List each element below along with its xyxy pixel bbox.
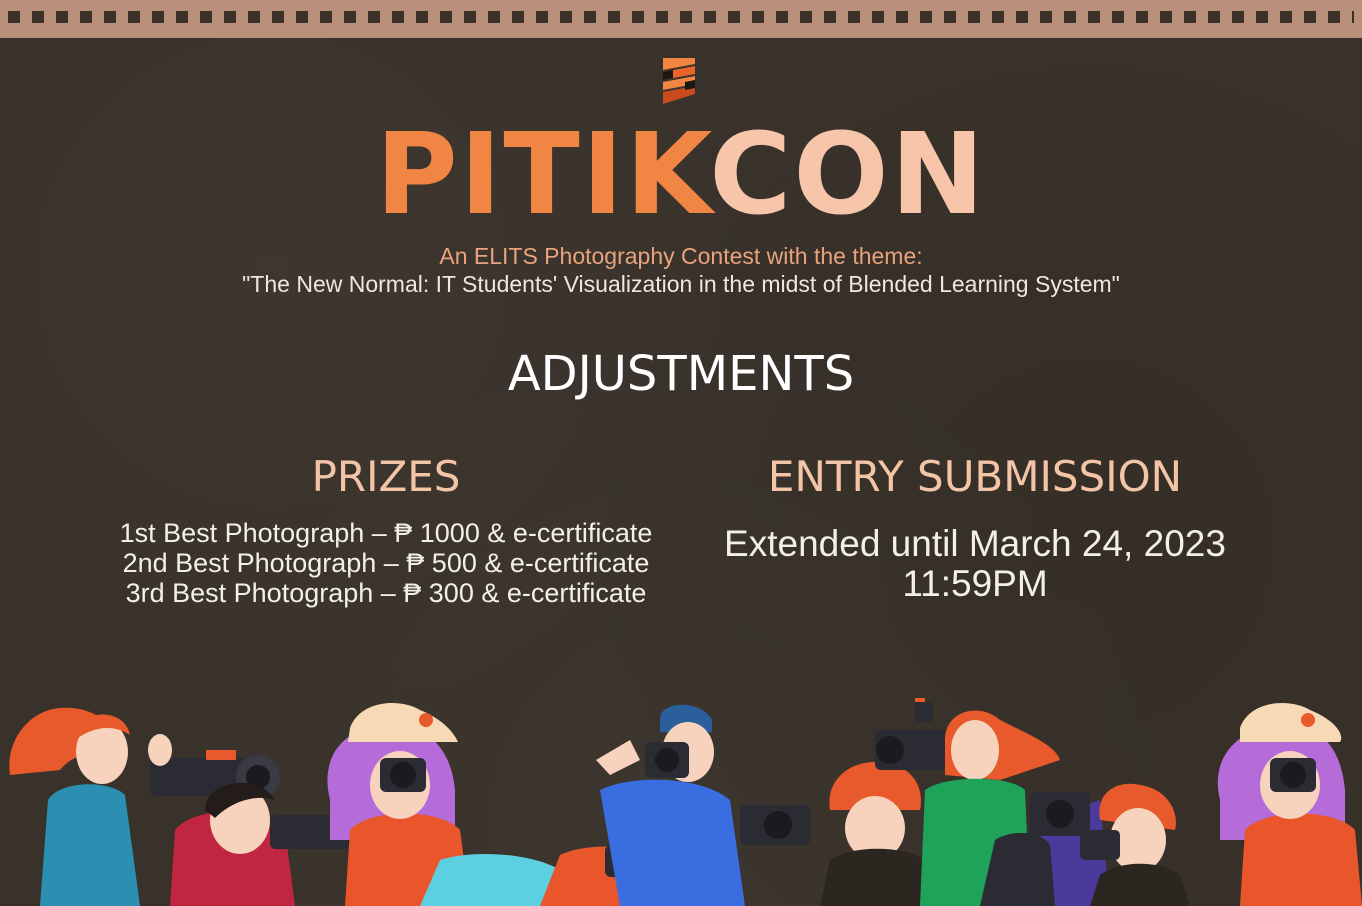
prize-list: 1st Best Photograph – ₱ 1000 & e-certifi… — [86, 518, 686, 608]
entry-deadline: Extended until March 24, 2023 11:59PM — [680, 524, 1270, 604]
photographer-6 — [740, 761, 935, 906]
film-strip-border — [0, 0, 1362, 38]
entry-deadline-time: 11:59PM — [902, 563, 1048, 604]
logo-mark-icon — [663, 58, 695, 104]
event-title: PITIKCON — [0, 108, 1362, 242]
entry-submission-heading: ENTRY SUBMISSION — [767, 452, 1183, 501]
prize-item-1st: 1st Best Photograph – ₱ 1000 & e-certifi… — [119, 518, 653, 548]
photographers-illustration — [9, 698, 1362, 906]
photographer-5 — [596, 704, 745, 906]
adjustments-heading: ADJUSTMENTS — [507, 346, 855, 402]
prizes-heading: PRIZES — [311, 452, 461, 501]
title-part-con: CON — [709, 110, 987, 240]
photographer-10 — [1217, 703, 1362, 906]
subtitle-theme-line: "The New Normal: IT Students' Visualizat… — [242, 271, 1120, 297]
film-strip-holes — [8, 11, 1354, 23]
prize-item-2nd: 2nd Best Photograph – ₱ 500 & e-certific… — [122, 548, 650, 578]
entry-deadline-date: Extended until March 24, 2023 — [724, 523, 1226, 564]
title-part-pitik: PITIK — [375, 110, 710, 240]
subtitle-line-1: An ELITS Photography Contest with the th… — [439, 243, 923, 269]
prize-item-3rd: 3rd Best Photograph – ₱ 300 & e-certific… — [125, 578, 647, 608]
